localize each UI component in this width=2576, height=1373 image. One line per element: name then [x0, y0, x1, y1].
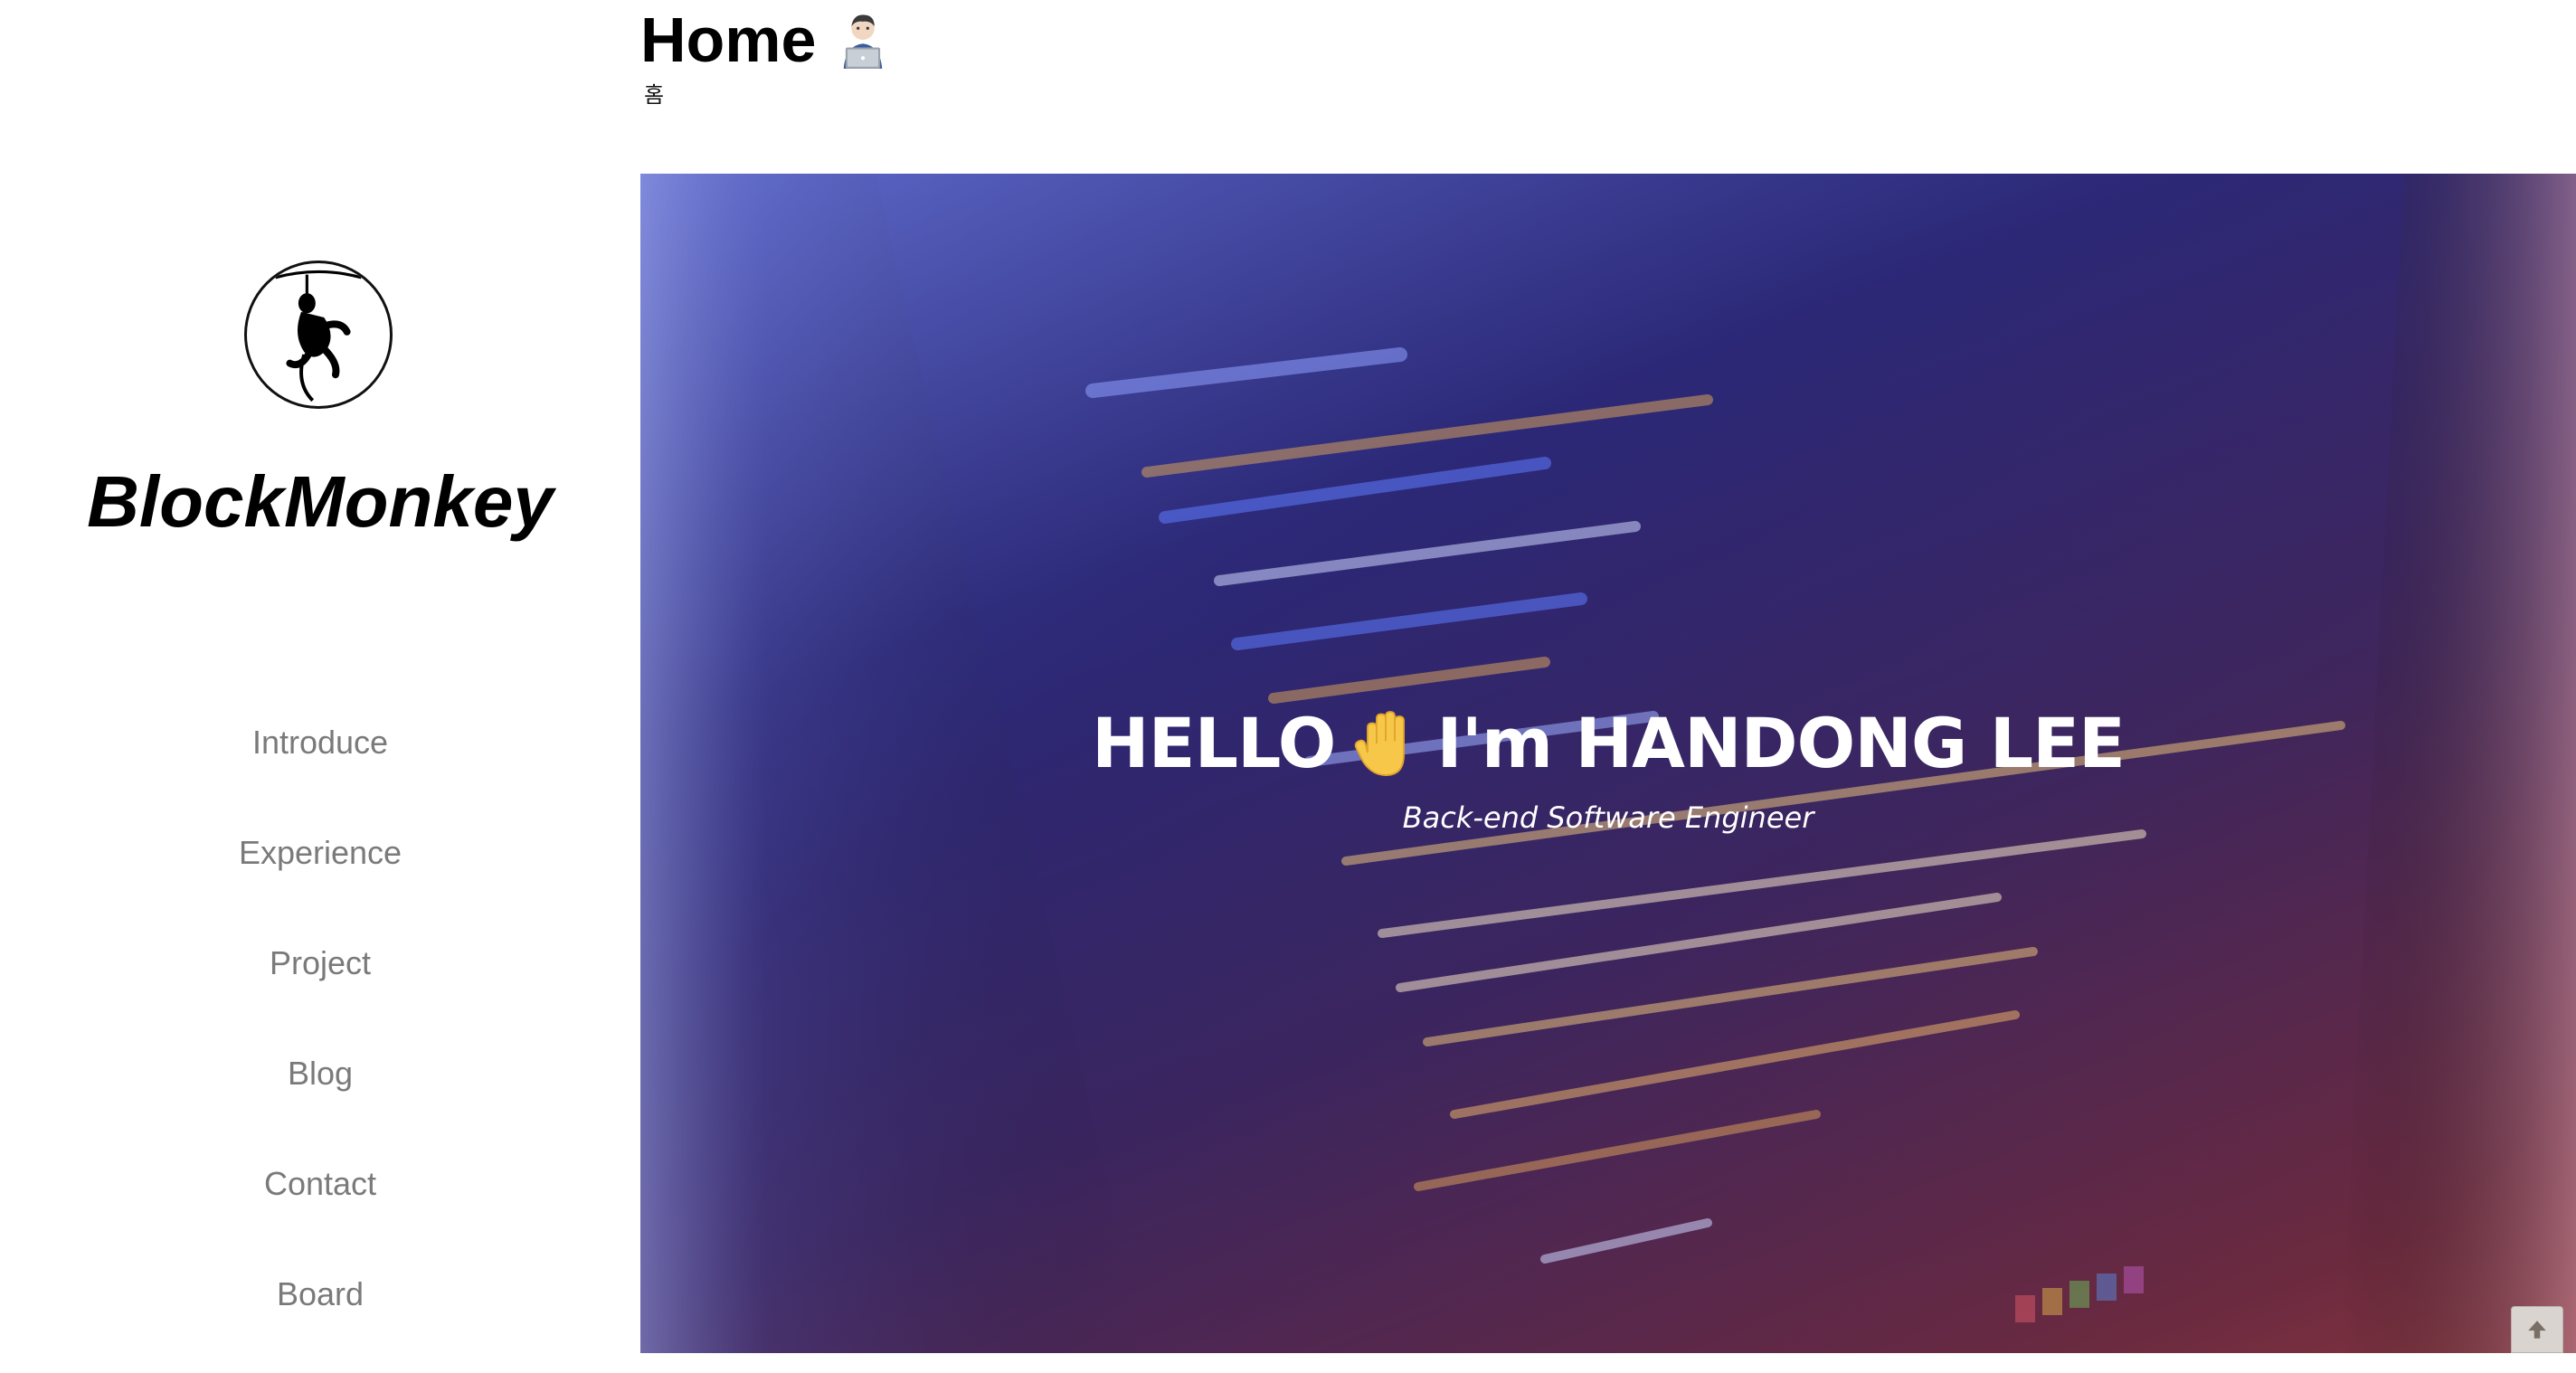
nav-item-contact[interactable]: Contact: [0, 1152, 640, 1263]
nav-item-experience[interactable]: Experience: [0, 821, 640, 932]
brand-name[interactable]: BlockMonkey: [0, 452, 640, 552]
scroll-to-top-button[interactable]: [2511, 1306, 2563, 1353]
hero-subheading: Back-end Software Engineer: [1402, 800, 1814, 835]
hero-content: HELLO I'm HANDONG LEE Back-end Software …: [640, 698, 2576, 838]
nav-item-board[interactable]: Board: [0, 1263, 640, 1373]
hero-heading: HELLO I'm HANDONG LEE: [1092, 698, 2126, 789]
technologist-icon: [832, 9, 894, 71]
nav-item-blog[interactable]: Blog: [0, 1042, 640, 1152]
hero-heading-name: I'm HANDONG LEE: [1436, 703, 2126, 783]
monkey-logo-icon[interactable]: [244, 260, 393, 409]
page-title: Home: [640, 0, 894, 80]
nav-item-introduce[interactable]: Introduce: [0, 711, 640, 821]
arrow-up-icon: [2528, 1321, 2546, 1339]
sidebar-nav: Introduce Experience Project Blog Contac…: [0, 711, 640, 1373]
page-header: Home 홈: [640, 0, 2576, 174]
page-subtitle: 홈: [644, 82, 665, 108]
sidebar: BlockMonkey Introduce Experience Project…: [0, 0, 640, 1353]
hero-heading-hello: HELLO: [1092, 703, 1336, 783]
page-title-text: Home: [640, 5, 817, 75]
raised-hand-icon: [1351, 707, 1420, 780]
nav-item-project[interactable]: Project: [0, 932, 640, 1042]
hero-banner: HELLO I'm HANDONG LEE Back-end Software …: [640, 174, 2576, 1353]
